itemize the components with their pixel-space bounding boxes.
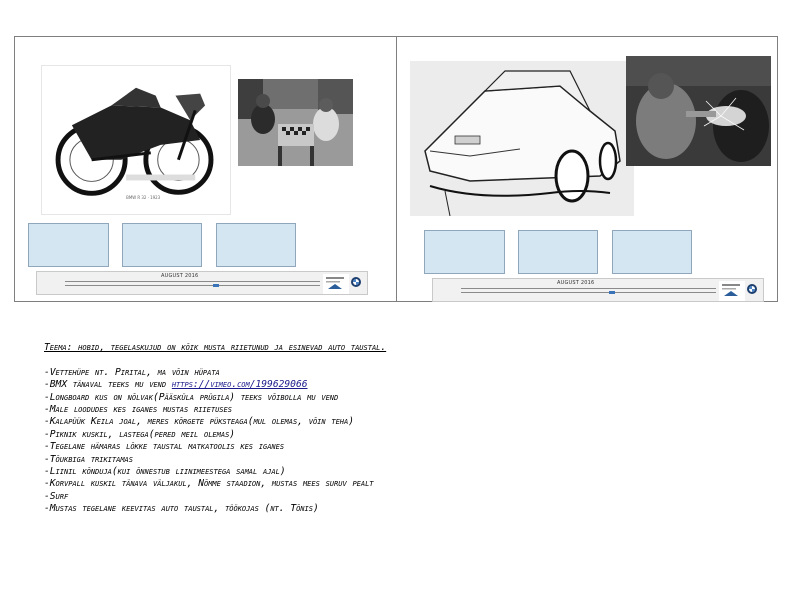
- list-item-text: -BMX tänaval teeks mu vend: [44, 379, 172, 391]
- list-item: -Male loodudes kes iganes mustas riietus…: [44, 404, 232, 416]
- chess-players-photo: [238, 79, 353, 166]
- photo-placeholder: [28, 223, 109, 267]
- bmw-logo-icon: [719, 281, 757, 301]
- photo-placeholder: [424, 230, 505, 274]
- bmw-logo-icon: [323, 274, 361, 294]
- calendar-days-icon: [461, 288, 716, 294]
- list-item: -Piknik kuskil, lastega(pered meil olema…: [44, 428, 236, 440]
- svg-text:BMW R 32 · 1923: BMW R 32 · 1923: [126, 195, 161, 200]
- list-item: -Kalapüük Keila joal, meres kõrgete püks…: [44, 416, 354, 428]
- list-item: -Longboard kus on nõlvak(Pääsküla prügil…: [44, 391, 339, 403]
- list-item: -Vettehüpe nt. Pirital, ma võin hüpata: [44, 366, 220, 378]
- calendar-month: AUGUST 2016: [161, 273, 199, 279]
- motorcycle-sketch-image: BMW R 32 · 1923: [41, 65, 231, 215]
- photo-placeholder: [216, 223, 296, 267]
- list-item: -Tegelane hämaras lõkke taustal matkatoo…: [44, 441, 285, 453]
- list-item: -BMX tänaval teeks mu vend https://vimeo…: [44, 379, 764, 391]
- photo-placeholder: [122, 223, 202, 267]
- calendar-days-icon: [65, 281, 320, 287]
- list-item: -Mustas tegelane keevitas auto taustal, …: [44, 503, 319, 515]
- welder-photo: [626, 56, 771, 166]
- list-item: -Korvpall kuskil tänava väljakul, Nõmme …: [44, 478, 374, 490]
- notes-text: Teema: hobid, tegelaskujud on kõik musta…: [44, 342, 764, 516]
- list-item: -Liinil kõnduja(kui õnnestub liinimeeste…: [44, 466, 286, 478]
- vimeo-link[interactable]: https://vimeo.com/199629066: [172, 379, 308, 390]
- list-item: -Tõukbiga trikitamas: [44, 453, 133, 465]
- page-divider: [396, 36, 397, 302]
- calendar-month: AUGUST 2016: [557, 280, 595, 286]
- theme-line: Teema: hobid, tegelaskujud on kõik musta…: [44, 342, 387, 353]
- calendar-strip: AUGUST 2016: [432, 278, 764, 302]
- photo-placeholder: [518, 230, 598, 274]
- photo-placeholder: [612, 230, 692, 274]
- list-item: -Surf: [44, 490, 69, 502]
- calendar-strip: AUGUST 2016: [36, 271, 368, 295]
- car-sketch-image: [410, 61, 634, 216]
